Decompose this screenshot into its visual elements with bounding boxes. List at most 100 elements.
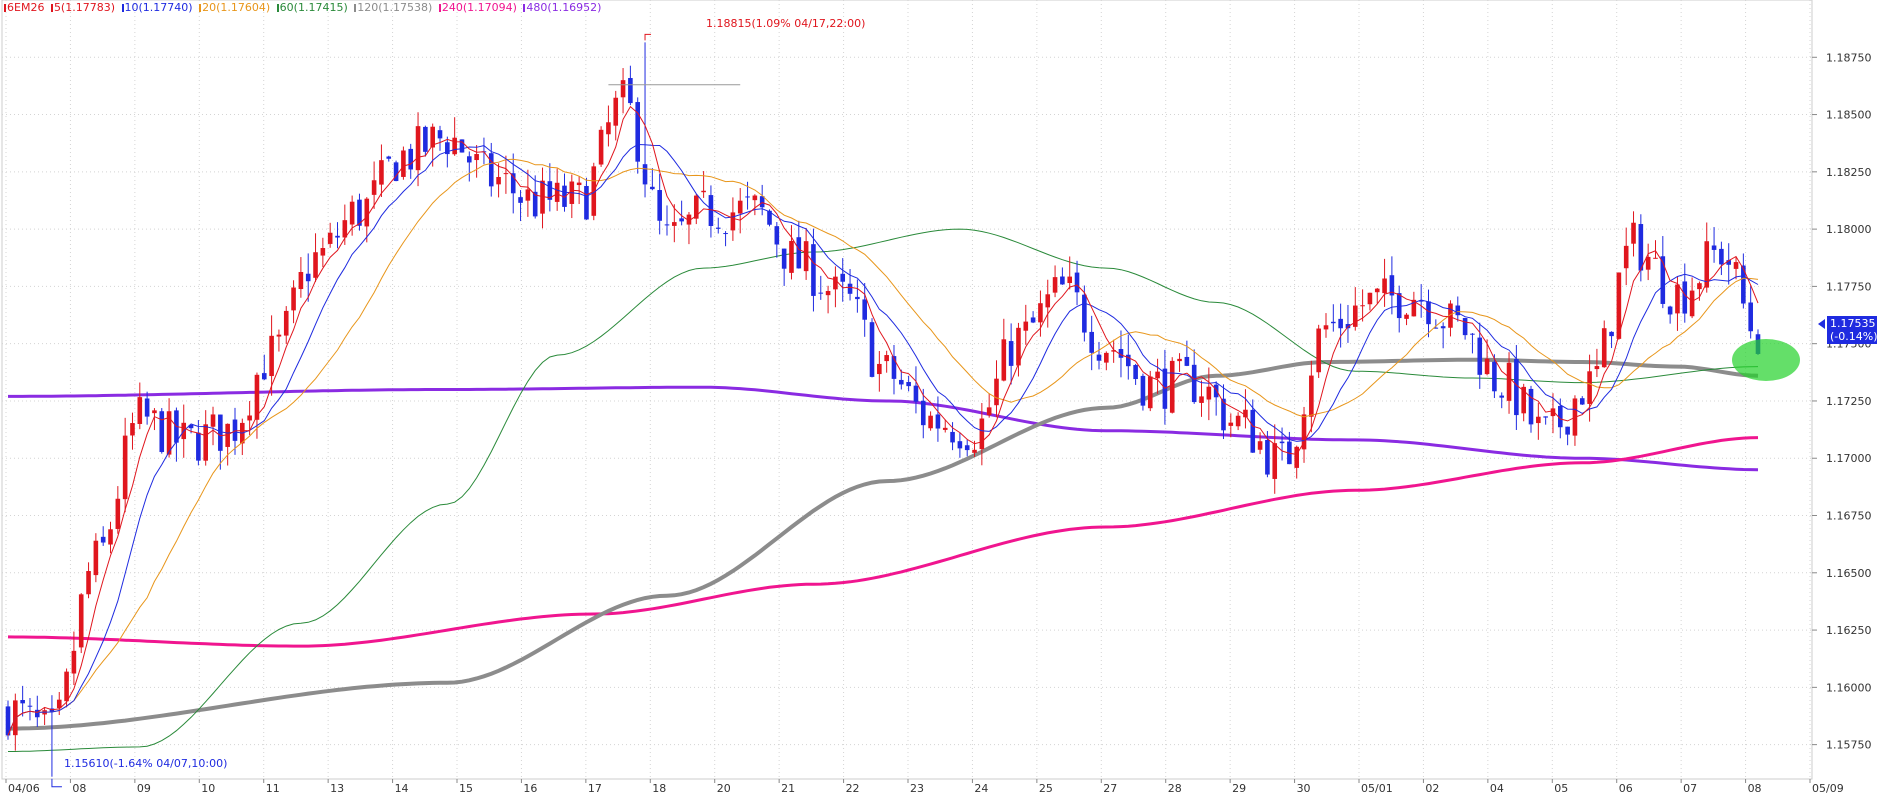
ma240-line (7, 436, 1759, 648)
candle-body (1543, 416, 1548, 418)
candle-body (349, 201, 355, 225)
candle-body (752, 195, 758, 201)
candle-body (1272, 443, 1278, 479)
candle-body (196, 432, 201, 461)
candle-body (144, 398, 150, 417)
candle-body (386, 156, 392, 159)
candle-body (1609, 331, 1614, 337)
x-tick-label: 23 (910, 782, 924, 793)
legend-ma120-label: 120(1.17538) (357, 1, 433, 14)
candle-body (1506, 362, 1512, 401)
candle-body (1323, 325, 1329, 330)
moving-averages-front (7, 105, 1759, 736)
ma60-line (8, 228, 1759, 752)
candle-body (972, 449, 977, 453)
candle-body (1653, 257, 1658, 259)
x-tick-label: 05/01 (1361, 782, 1393, 793)
candle-body (884, 355, 889, 362)
candle-body (1184, 356, 1190, 366)
legend-marker (4, 4, 6, 12)
candle-body (1177, 358, 1182, 362)
candle-body (503, 173, 509, 175)
ma480-line (8, 385, 1759, 472)
x-tick-label: 21 (781, 782, 795, 793)
candle-body (825, 290, 831, 296)
candle-body (818, 292, 824, 294)
candle-body (401, 150, 406, 177)
candle-body (672, 222, 677, 226)
candles (5, 42, 1761, 777)
x-tick-label: 15 (459, 782, 473, 793)
legend-marker (354, 4, 357, 12)
y-tick-label: 1.18750 (1826, 51, 1872, 64)
candle-body (715, 227, 721, 229)
x-tick-label: 25 (1039, 782, 1053, 793)
legend-marker (121, 4, 124, 12)
candle-body (1733, 262, 1739, 269)
candle-body (1030, 317, 1036, 323)
candle-body (1404, 314, 1409, 319)
x-tick-label: 24 (974, 782, 988, 793)
x-tick-label: 08 (1748, 782, 1762, 793)
y-axis: 1.15750 1.16000 1.16250 1.16500 1.16750 1.170… (1812, 51, 1872, 752)
candle-body (942, 427, 948, 430)
candle-body (1528, 388, 1534, 425)
legend-ma10-label: 10(1.17740) (124, 1, 193, 14)
candle-body (27, 705, 33, 707)
candle-body (437, 130, 443, 139)
legend-ma120: 120(1.17538) (354, 1, 432, 14)
x-tick-label: 10 (201, 782, 215, 793)
candle-body (1374, 288, 1380, 293)
candle-body (1089, 331, 1094, 353)
candle-body (869, 322, 875, 377)
candle-body (313, 252, 318, 278)
candle-body (1191, 364, 1197, 403)
candle-body (1667, 306, 1673, 315)
candle-body (1499, 395, 1505, 398)
candle-body (620, 80, 626, 98)
candle-body (1536, 416, 1541, 424)
candle-body (613, 97, 619, 126)
x-tick-label: 07 (1683, 782, 1697, 793)
high-annotation: 1.18815(1.09% 04/17,22:00) (706, 17, 866, 30)
annotation-marks (51, 33, 1800, 788)
candle-body (1382, 278, 1387, 294)
candle-body (1155, 371, 1160, 379)
legend-ma5: 5(1.17783) (50, 1, 116, 14)
legend-ma20: 20(1.17604) (199, 1, 270, 14)
candle-body (1748, 302, 1753, 332)
candle-body (1579, 398, 1585, 405)
plot-frame (1, 0, 1813, 780)
x-tick-label: 08 (72, 782, 86, 793)
candle-body (650, 186, 655, 190)
legend-ma5-label: 5(1.17783) (53, 1, 116, 14)
candle-body (979, 418, 985, 450)
candle-body (803, 241, 809, 272)
low-marker (51, 778, 62, 788)
candle-body (1470, 333, 1475, 335)
legend-marker (199, 4, 202, 12)
candle-body (1067, 276, 1073, 284)
candle-body (327, 232, 333, 244)
candle-body (342, 220, 348, 238)
candle-body (701, 190, 706, 193)
candle-body (152, 410, 157, 414)
candle-body (745, 196, 750, 198)
candle-body (78, 594, 84, 648)
candle-body (796, 237, 802, 269)
candle-body (1096, 354, 1102, 361)
candle-body (1023, 321, 1029, 331)
candle-body (920, 400, 926, 426)
candle-body (730, 212, 736, 231)
candle-body (1213, 384, 1219, 398)
candle-body (928, 415, 933, 429)
candle-body (100, 536, 106, 543)
candle-body (305, 273, 311, 282)
candle-body (679, 218, 684, 222)
candle-body (496, 177, 501, 185)
low-annotation: 1.15610(-1.64% 04/07,10:00) (64, 757, 228, 770)
candle-body (1235, 415, 1241, 427)
candle-body (93, 540, 99, 576)
candle-body (415, 126, 421, 171)
y-tick-label: 1.17250 (1826, 395, 1872, 408)
